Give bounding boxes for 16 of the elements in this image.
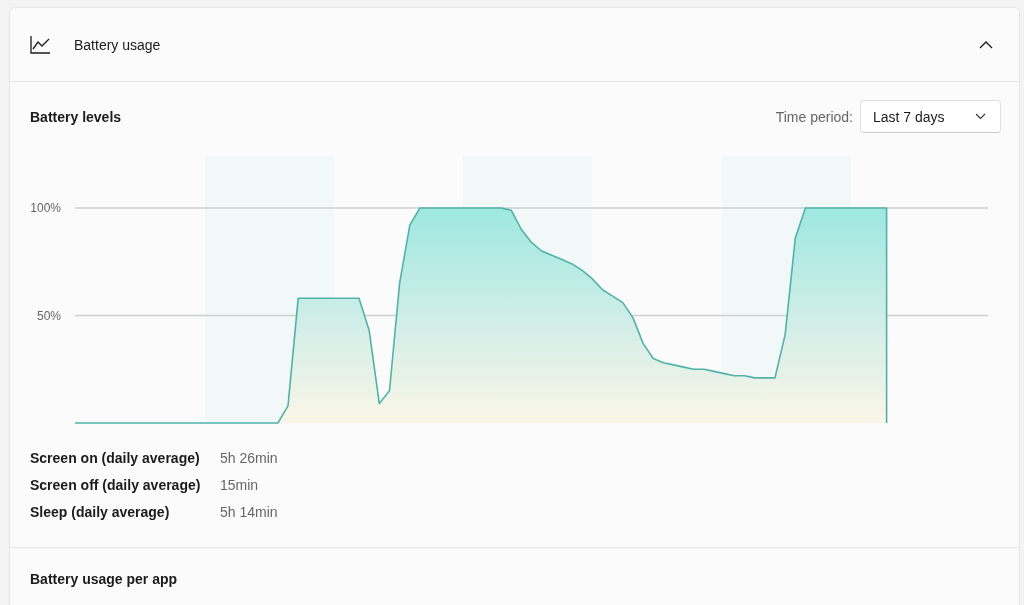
- stat-label: Sleep (daily average): [30, 503, 171, 521]
- line-chart-icon: [30, 35, 50, 54]
- stat-label: Screen off (daily average): [30, 476, 202, 494]
- stat-value: 5h 26min: [220, 449, 278, 467]
- axis-label: 50%: [36, 308, 61, 323]
- axis-label: 100%: [30, 201, 61, 215]
- section-title: Battery usage: [74, 36, 162, 53]
- chevron-down-icon: [975, 113, 986, 120]
- stat-value: 5h 14min: [220, 503, 278, 521]
- stat-label: Screen on (daily average): [30, 449, 201, 467]
- time-period-dropdown[interactable]: Last 7 days: [860, 100, 1001, 133]
- section-subtitle: Battery usage per app: [30, 571, 178, 587]
- stat-value: 15min: [220, 476, 260, 494]
- time-period-label: Time period:: [775, 108, 853, 125]
- chevron-icon: [979, 40, 993, 49]
- section-subtitle: Battery levels: [30, 108, 123, 125]
